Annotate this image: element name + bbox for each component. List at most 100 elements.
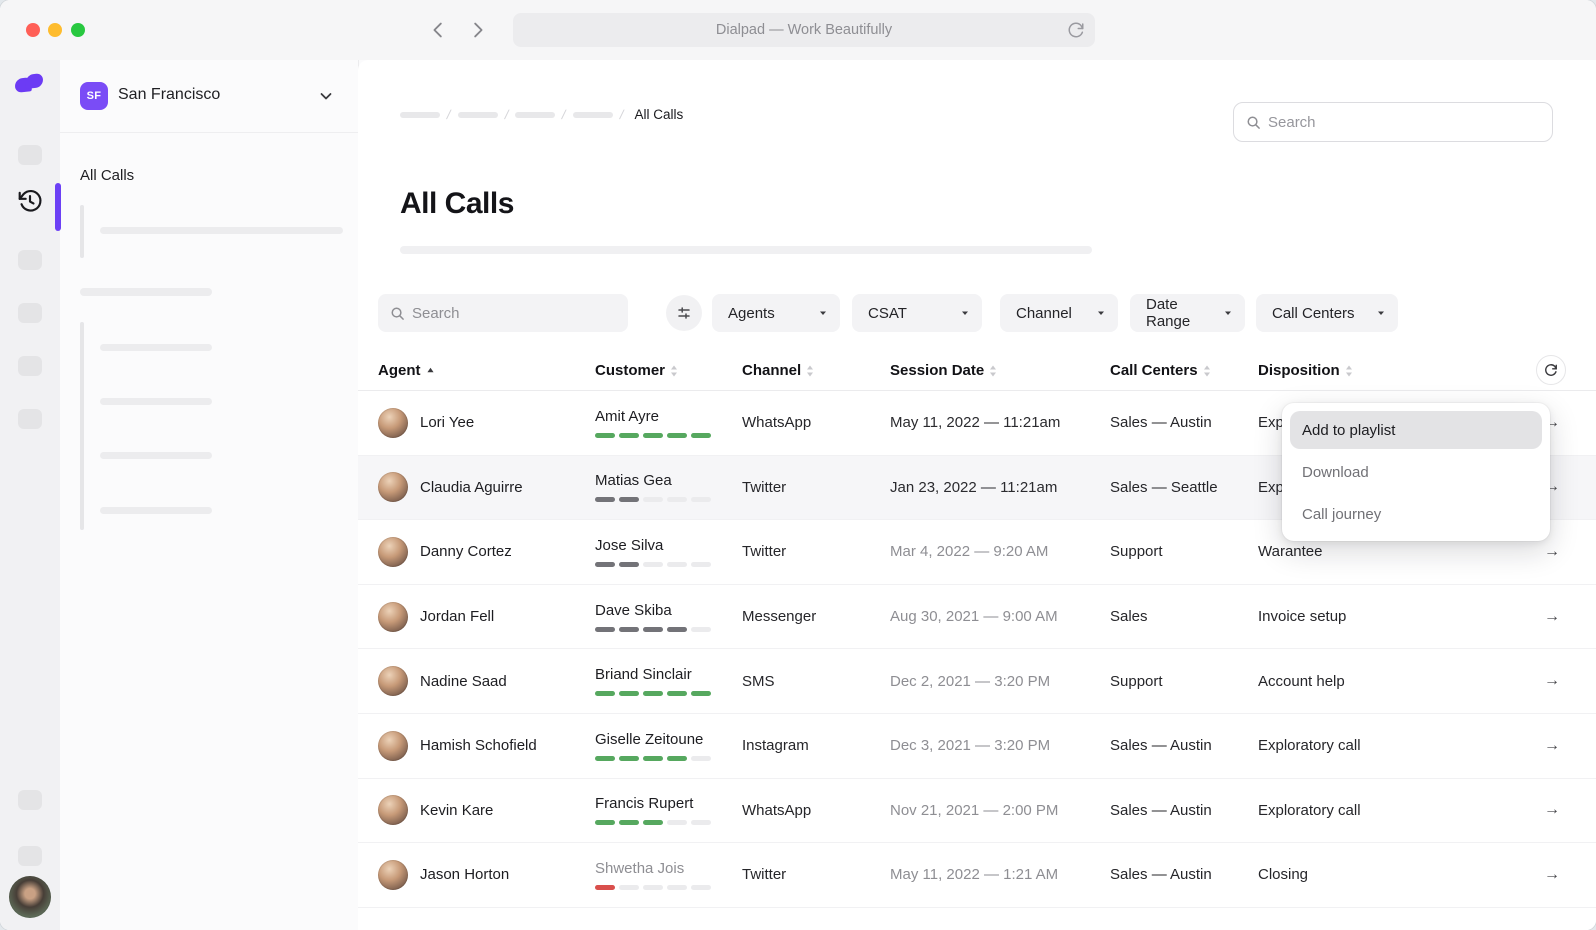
close-window-button[interactable] (26, 23, 40, 37)
session-date-cell: Mar 4, 2022 — 9:20 AM (890, 543, 1110, 560)
dialpad-logo-icon[interactable] (15, 74, 45, 94)
sort-icon (1203, 365, 1211, 376)
menu-item-call-journey[interactable]: Call journey (1290, 495, 1542, 533)
refresh-button[interactable] (1536, 355, 1566, 385)
workspace-badge: SF (80, 82, 108, 110)
channel-cell: Twitter (742, 543, 890, 560)
csat-segment (595, 820, 615, 825)
row-detail-arrow-icon[interactable]: → (1524, 543, 1560, 561)
customer-cell: Dave Skiba (595, 602, 742, 632)
csat-segment (691, 562, 711, 567)
rail-item-placeholder[interactable] (18, 356, 42, 376)
session-date-cell: Nov 21, 2021 — 2:00 PM (890, 802, 1110, 819)
table-row[interactable]: Hamish SchofieldGiselle ZeitouneInstagra… (358, 714, 1596, 779)
user-avatar[interactable] (9, 876, 51, 918)
call-history-icon[interactable] (17, 188, 43, 214)
row-detail-arrow-icon[interactable]: → (1524, 801, 1560, 819)
csat-segment (595, 885, 615, 890)
column-header-customer[interactable]: Customer (595, 362, 742, 379)
customer-name: Amit Ayre (595, 408, 742, 425)
search-placeholder: Search (1268, 114, 1316, 131)
csat-indicator (595, 627, 742, 632)
filter-dropdown-channel[interactable]: Channel (1000, 294, 1118, 332)
csat-segment (691, 433, 711, 438)
rail-item-placeholder[interactable] (18, 846, 42, 866)
reload-icon[interactable] (1067, 21, 1085, 39)
menu-item-download[interactable]: Download (1290, 453, 1542, 491)
column-header-channel[interactable]: Channel (742, 362, 890, 379)
column-header-agent[interactable]: Agent (378, 362, 595, 379)
csat-indicator (595, 820, 742, 825)
csat-segment (619, 627, 639, 632)
filter-dropdown-call-centers[interactable]: Call Centers (1256, 294, 1398, 332)
menu-item-add-to-playlist[interactable]: Add to playlist (1290, 411, 1542, 449)
browser-back-icon[interactable] (428, 19, 450, 41)
tree-guide (80, 322, 84, 530)
call-center-cell: Support (1110, 673, 1258, 690)
row-detail-arrow-icon[interactable]: → (1524, 737, 1560, 755)
skeleton-line (100, 398, 212, 405)
global-search-input[interactable]: Search (1233, 102, 1553, 142)
agent-avatar (378, 860, 408, 890)
workspace-selector[interactable]: SF San Francisco (60, 60, 358, 133)
sidebar-item-all-calls[interactable]: All Calls (80, 167, 134, 184)
column-header-session-date[interactable]: Session Date (890, 362, 1110, 379)
filter-settings-button[interactable] (666, 295, 702, 331)
table-row[interactable]: Jason HortonShwetha JoisTwitterMay 11, 2… (358, 843, 1596, 908)
csat-indicator (595, 497, 742, 502)
row-context-menu: Add to playlist Download Call journey (1282, 403, 1550, 541)
table-row[interactable]: Nadine SaadBriand SinclairSMSDec 2, 2021… (358, 649, 1596, 714)
table-row[interactable]: Kevin KareFrancis RupertWhatsAppNov 21, … (358, 779, 1596, 844)
table-row[interactable]: Jordan FellDave SkibaMessengerAug 30, 20… (358, 585, 1596, 650)
browser-title: Dialpad — Work Beautifully (716, 22, 892, 38)
agent-name: Danny Cortez (420, 543, 512, 560)
rail-item-placeholder[interactable] (18, 145, 42, 165)
sliders-icon (676, 305, 692, 321)
breadcrumb-placeholder (458, 112, 498, 118)
csat-segment (667, 691, 687, 696)
customer-cell: Shwetha Jois (595, 860, 742, 890)
row-detail-arrow-icon[interactable]: → (1524, 608, 1560, 626)
table-search-input[interactable]: Search (378, 294, 628, 332)
breadcrumb: / / / / All Calls (400, 107, 683, 122)
call-center-cell: Sales — Austin (1110, 414, 1258, 431)
browser-forward-icon[interactable] (466, 19, 488, 41)
agent-cell: Lori Yee (378, 408, 595, 438)
agent-cell: Jordan Fell (378, 602, 595, 632)
column-header-disposition[interactable]: Disposition (1258, 362, 1524, 379)
row-detail-arrow-icon[interactable]: → (1524, 866, 1560, 884)
csat-segment (691, 820, 711, 825)
zoom-window-button[interactable] (71, 23, 85, 37)
minimize-window-button[interactable] (48, 23, 62, 37)
row-detail-arrow-icon[interactable]: → (1524, 672, 1560, 690)
sort-icon (670, 365, 678, 376)
column-header-call-centers[interactable]: Call Centers (1110, 362, 1258, 379)
csat-segment (691, 627, 711, 632)
browser-address-bar[interactable]: Dialpad — Work Beautifully (513, 13, 1095, 47)
channel-cell: WhatsApp (742, 414, 890, 431)
agent-avatar (378, 537, 408, 567)
call-center-cell: Sales — Austin (1110, 737, 1258, 754)
filter-dropdown-date-range[interactable]: Date Range (1130, 294, 1245, 332)
caret-down-icon (960, 308, 970, 318)
breadcrumb-placeholder (573, 112, 613, 118)
filter-dropdown-agents[interactable]: Agents (712, 294, 840, 332)
rail-item-placeholder[interactable] (18, 409, 42, 429)
csat-segment (643, 885, 663, 890)
csat-indicator (595, 562, 742, 567)
page-title: All Calls (400, 187, 514, 221)
skeleton-line (100, 227, 343, 234)
rail-item-placeholder[interactable] (18, 790, 42, 810)
main-content: / / / / All Calls Search All Calls (358, 60, 1596, 930)
agent-name: Nadine Saad (420, 673, 507, 690)
csat-segment (595, 497, 615, 502)
agent-name: Claudia Aguirre (420, 479, 523, 496)
customer-cell: Francis Rupert (595, 795, 742, 825)
rail-item-placeholder[interactable] (18, 303, 42, 323)
csat-segment (643, 433, 663, 438)
workspace-name: San Francisco (118, 86, 220, 104)
filter-dropdown-csat[interactable]: CSAT (852, 294, 982, 332)
breadcrumb-placeholder (515, 112, 555, 118)
csat-segment (643, 820, 663, 825)
rail-item-placeholder[interactable] (18, 250, 42, 270)
